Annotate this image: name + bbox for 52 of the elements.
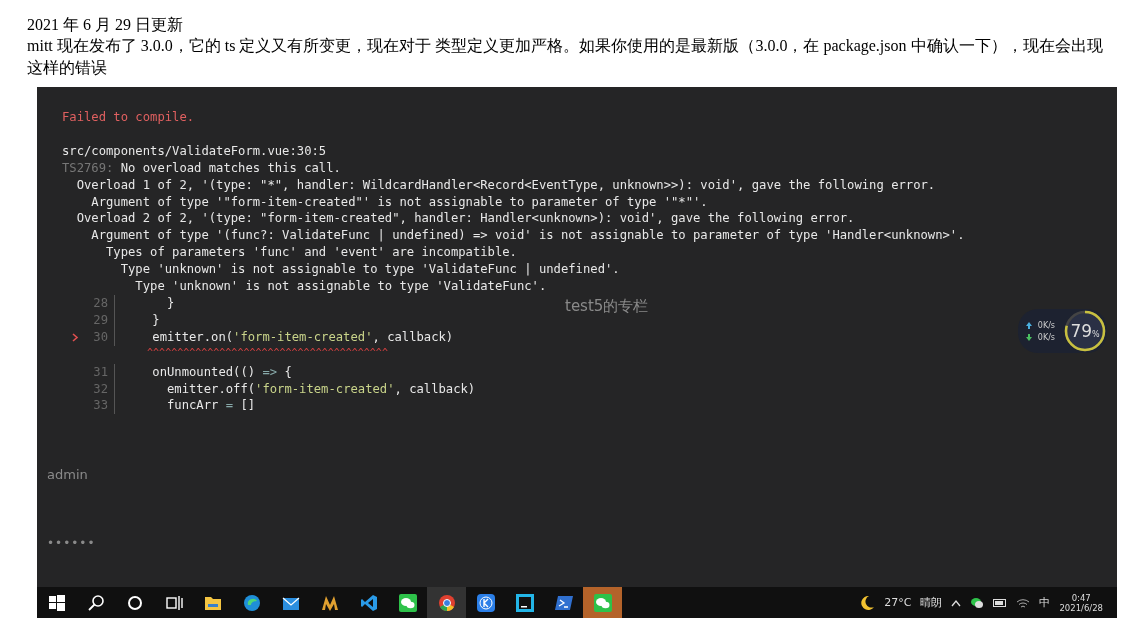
clock: 0:47 2021/6/28 — [1059, 592, 1103, 613]
chat-icon — [397, 592, 418, 613]
chevron-up-icon — [951, 598, 962, 607]
code-line: } — [151, 311, 160, 329]
error-title: Failed to compile. — [62, 109, 195, 126]
line-number: 29 — [62, 311, 115, 329]
error-detail: Overload 1 of 2, '(type: "*", handler: WildcardHandler<Record<EventType, unknown>>): void', gave the following error. — [75, 176, 936, 194]
download-arrow-icon — [1025, 333, 1032, 341]
update-date: 2021 年 6 月 29 日更新 — [27, 15, 183, 35]
wifi-icon — [1016, 596, 1031, 609]
battery-icon — [993, 598, 1008, 607]
error-detail: Types of parameters 'func' and 'event' are incompatible. — [105, 244, 517, 262]
error-line-marker-icon — [72, 332, 79, 342]
browser-icon — [436, 592, 457, 613]
error-summary: TS2769: No overload matches this call. — [62, 159, 341, 177]
chat-icon — [970, 596, 985, 609]
code-line: emitter.on('form-item-created', callback) — [151, 328, 454, 346]
line-number: 32 — [62, 380, 115, 398]
upload-arrow-icon — [1025, 321, 1032, 329]
line-number: 31 — [62, 363, 115, 381]
faded-field-value: admin — [47, 467, 88, 482]
code-line: } — [166, 294, 175, 312]
error-detail: Type 'unknown' is not assignable to type 'ValidateFunc'. — [134, 278, 547, 295]
moon-icon — [859, 594, 876, 611]
weather-condition: 晴朗 — [920, 595, 943, 610]
ide-icon — [514, 592, 535, 613]
line-number: 33 — [62, 397, 115, 415]
error-file-path: src/components/ValidateForm.vue:30:5 — [62, 142, 327, 160]
taskbar-button[interactable] — [427, 587, 466, 618]
code-line: funcArr = [] — [166, 397, 256, 415]
usage-percent: 79% — [1069, 320, 1101, 343]
faded-title: test5的专栏 — [565, 297, 649, 316]
paragraph: mitt 现在发布了 3.0.0，它的 ts 定义又有所变更，现在对于 类型定义更加严格。如果你使用的是最新版（3.0.0，在 package.json 中确认一下），现在会出现这样的错误 — [27, 36, 1104, 78]
code-editor-icon — [358, 592, 379, 613]
line-number: 30 — [62, 328, 115, 346]
code-line: emitter.off('form-item-created', callback) — [166, 380, 476, 398]
upload-rate: 0K/s — [1037, 320, 1055, 330]
browser-icon — [241, 592, 262, 613]
chat-icon — [592, 592, 613, 613]
input-method: 中 — [1039, 595, 1051, 610]
line-number: 28 — [62, 294, 115, 312]
temperature: 27°C — [884, 596, 912, 609]
k-logo-icon — [475, 592, 496, 613]
faded-password: •••••• — [47, 536, 96, 550]
error-underline: ^^^^^^^^^^^^^^^^^^^^^^^^^^^^^^^^^^^^^^^^ — [146, 345, 388, 360]
download-rate: 0K/s — [1037, 332, 1055, 342]
error-detail: Overload 2 of 2, '(type: "form-item-created", handler: Handler<unknown>): void', gave the following error. — [75, 210, 855, 228]
windows-logo-icon — [46, 592, 67, 613]
error-detail: Type 'unknown' is not assignable to type 'ValidateFunc | undefined'. — [119, 261, 620, 279]
error-detail: Argument of type '(func?: ValidateFunc | undefined) => void' is not assignable to parameter of type 'Handler<unknown>'. — [90, 227, 965, 245]
code-line: onUnmounted(() => { — [151, 363, 292, 381]
error-detail: Argument of type '"form-item-created"' is not assignable to parameter of type '"*"'. — [90, 193, 708, 211]
